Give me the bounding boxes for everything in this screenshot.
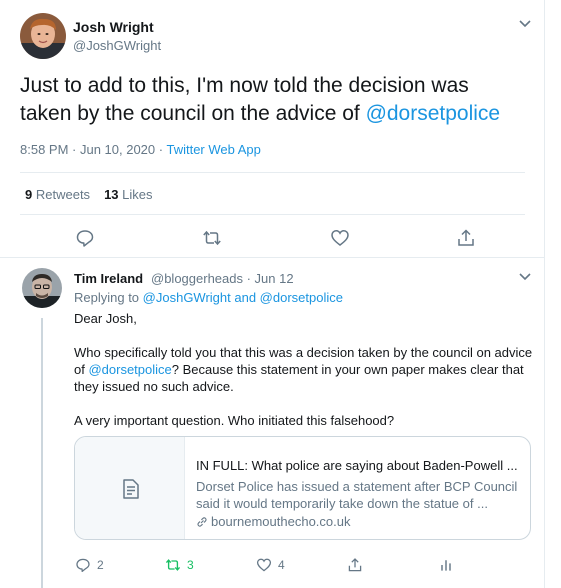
author-name[interactable]: Tim Ireland (74, 271, 143, 286)
timestamp[interactable]: 8:58 PM · Jun 10, 2020 · (20, 142, 166, 157)
card-title: IN FULL: What police are saying about Ba… (196, 458, 518, 473)
replying-prefix: Replying to (74, 290, 143, 305)
card-url: bournemouthecho.co.uk (196, 514, 350, 529)
reply-text-question: A very important question. Who initiated… (74, 413, 395, 428)
author-handle-time[interactable]: @bloggerheads · Jun 12 (151, 271, 294, 286)
source-link[interactable]: Twitter Web App (166, 142, 260, 157)
tweet-thread: Josh Wright @JoshGWright Just to add to … (0, 0, 545, 588)
likes-stat[interactable]: 13 Likes (104, 187, 152, 202)
mention-link[interactable]: @dorsetpolice (366, 102, 501, 125)
share-icon[interactable] (347, 557, 363, 573)
card-url-text: bournemouthecho.co.uk (211, 514, 351, 529)
reply-action[interactable]: 2 (75, 557, 104, 577)
like-icon[interactable] (330, 228, 350, 248)
reply-icon[interactable] (75, 557, 91, 573)
retweet-action[interactable]: 3 (165, 557, 194, 577)
link-card[interactable]: IN FULL: What police are saying about Ba… (74, 436, 531, 540)
author-name[interactable]: Josh Wright (73, 19, 154, 35)
mention-link[interactable]: @dorsetpolice (260, 290, 343, 305)
card-thumbnail (75, 437, 185, 539)
avatar[interactable] (20, 13, 66, 59)
retweets-stat[interactable]: 9 Retweets (25, 187, 90, 202)
retweet-icon[interactable] (202, 228, 222, 248)
document-icon (123, 479, 139, 499)
link-icon (197, 517, 207, 527)
divider (20, 172, 525, 173)
reply-text-greeting: Dear Josh, (74, 311, 137, 326)
like-count: 4 (278, 558, 285, 572)
analytics-icon[interactable] (438, 557, 454, 573)
divider (20, 214, 525, 215)
retweets-label: Retweets (35, 187, 91, 202)
reply-text-body: Who specifically told you that this was … (74, 344, 534, 395)
tweet-meta: 8:58 PM · Jun 10, 2020 · Twitter Web App (20, 142, 261, 157)
engagement-stats: 9 Retweets 13 Likes (25, 187, 153, 202)
share-icon[interactable] (456, 228, 476, 248)
like-action[interactable]: 4 (256, 557, 285, 577)
replying-to: Replying to @JoshGWright and @dorsetpoli… (74, 290, 343, 305)
analytics-action[interactable] (438, 557, 454, 577)
retweets-count: 9 (25, 187, 33, 202)
likes-count: 13 (104, 187, 119, 202)
replying-and[interactable]: and (231, 290, 260, 305)
retweet-icon[interactable] (165, 557, 181, 573)
tweet-text: Just to add to this, I'm now told the de… (20, 72, 525, 128)
thread-line (41, 318, 43, 588)
likes-label: Likes (122, 187, 153, 202)
author-handle[interactable]: @JoshGWright (73, 38, 161, 53)
reply-icon[interactable] (75, 228, 95, 248)
reply-count: 2 (97, 558, 104, 572)
avatar[interactable] (22, 268, 62, 308)
main-tweet: Josh Wright @JoshGWright Just to add to … (0, 0, 545, 258)
mention-link[interactable]: @dorsetpolice (88, 362, 171, 377)
chevron-down-icon[interactable] (518, 19, 532, 29)
share-action[interactable] (347, 557, 363, 577)
like-icon[interactable] (256, 557, 272, 573)
chevron-down-icon[interactable] (518, 272, 532, 282)
mention-link[interactable]: @JoshGWright (143, 290, 231, 305)
retweet-count: 3 (187, 558, 194, 572)
card-description: Dorset Police has issued a statement aft… (196, 479, 518, 511)
